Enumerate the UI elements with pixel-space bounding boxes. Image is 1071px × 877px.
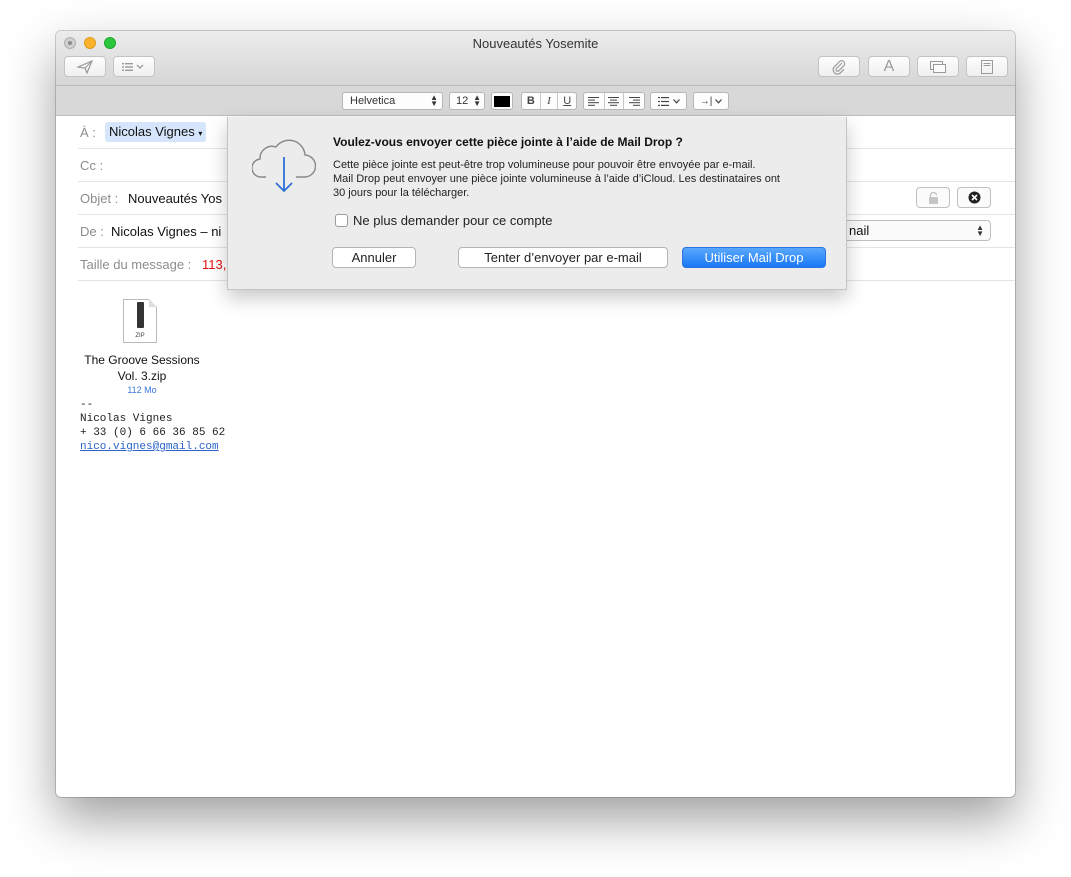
list-options-icon [122, 62, 144, 71]
font-size-select[interactable]: 12 ▲ ▼ [449, 92, 485, 110]
from-account-value: nail [849, 223, 870, 238]
subject-value[interactable]: Nouveautés Yos [128, 191, 222, 206]
format-button[interactable]: A [868, 56, 910, 77]
align-right-button[interactable] [624, 93, 644, 109]
up-down-chevron-icon: ▲ ▼ [430, 93, 438, 108]
dialog-message-line-1: Cette pièce jointe est peut-être trop vo… [333, 159, 756, 171]
indent-button[interactable]: →| [693, 92, 729, 110]
to-label: À : [80, 125, 96, 140]
align-left-button[interactable] [584, 93, 605, 109]
text-color-button[interactable] [491, 92, 513, 110]
alignment-group [583, 92, 645, 110]
cloud-download-icon [252, 139, 316, 193]
use-mail-drop-button[interactable]: Utiliser Mail Drop [682, 247, 826, 268]
bold-button[interactable]: B [522, 93, 541, 109]
signed-seal-icon [968, 191, 980, 204]
font-family-value: Helvetica [350, 95, 396, 107]
up-down-chevron-icon: ▲ ▼ [473, 93, 481, 108]
italic-button[interactable]: I [541, 93, 559, 109]
chevron-down-icon [672, 98, 680, 104]
zipper-strip [137, 302, 144, 328]
cc-label: Cc : [80, 158, 104, 173]
cancel-button[interactable]: Annuler [332, 247, 416, 268]
attach-button[interactable] [818, 56, 860, 77]
color-swatch [494, 95, 510, 107]
page-corner [149, 299, 157, 307]
format-bar: Helvetica ▲ ▼ 12 ▲ ▼ B I U →| [56, 86, 1015, 116]
recipient-name: Nicolas Vignes [109, 124, 195, 139]
up-down-chevron-icon: ▲ ▼ [976, 222, 984, 238]
dont-ask-again-label: Ne plus demander pour ce compte [353, 213, 553, 228]
paperclip-icon [832, 59, 846, 75]
sign-button[interactable] [957, 187, 991, 208]
font-size-value: 12 [456, 95, 469, 107]
photo-browser-icon [930, 60, 946, 73]
header-fields-button[interactable] [113, 56, 155, 77]
paper-plane-icon [77, 59, 93, 74]
dialog-message-line-3: 30 jours pour la télécharger. [333, 187, 470, 199]
signature-email-link[interactable]: nico.vignes@gmail.com [80, 441, 219, 453]
lock-icon [928, 191, 938, 204]
send-button[interactable] [64, 56, 106, 77]
underline-button[interactable]: U [558, 93, 576, 109]
align-right-icon [628, 96, 640, 106]
dialog-message: Cette pièce jointe est peut-être trop vo… [333, 158, 828, 200]
text-style-group: B I U [521, 92, 577, 110]
from-label: De : [80, 224, 104, 239]
attachment-name-line-2: Vol. 3.zip [117, 369, 167, 383]
signature-phone: + 33 (0) 6 66 36 85 62 [80, 427, 226, 439]
signature-name: Nicolas Vignes [80, 413, 173, 425]
align-center-icon [608, 96, 620, 106]
subject-label: Objet : [80, 191, 119, 206]
from-account-select[interactable]: nail ▲ ▼ [838, 220, 991, 241]
signature-dash: -- [80, 399, 94, 411]
stationery-icon [981, 59, 993, 74]
attachment-size: 112 Mo [127, 385, 157, 395]
try-email-button[interactable]: Tenter d’envoyer par e-mail [458, 247, 668, 268]
font-A-icon: A [883, 57, 895, 75]
attachment-name[interactable]: The Groove Sessions Vol. 3.zip [74, 352, 210, 384]
bullet-list-icon [657, 96, 669, 106]
dont-ask-again-option[interactable]: Ne plus demander pour ce compte [335, 213, 552, 228]
zip-file-icon[interactable]: ZIP [123, 299, 157, 343]
mail-drop-sheet: Voulez-vous envoyer cette pièce jointe à… [227, 117, 847, 290]
zip-icon-label: ZIP [135, 333, 145, 339]
encrypt-button[interactable] [916, 187, 950, 208]
indent-icon: →| [699, 95, 713, 107]
align-center-button[interactable] [605, 93, 625, 109]
photo-browser-button[interactable] [917, 56, 959, 77]
dialog-title: Voulez-vous envoyer cette pièce jointe à… [333, 135, 683, 149]
dont-ask-again-checkbox[interactable] [335, 214, 348, 227]
chevron-down-icon [715, 98, 723, 104]
font-family-select[interactable]: Helvetica ▲ ▼ [342, 92, 443, 110]
attachment-name-line-1: The Groove Sessions [84, 353, 200, 367]
window-title: Nouveautés Yosemite [472, 36, 599, 51]
titlebar: Nouveautés Yosemite A [56, 31, 1015, 86]
align-left-icon [588, 96, 600, 106]
stationery-button[interactable] [966, 56, 1008, 77]
list-style-button[interactable] [650, 92, 687, 110]
chevron-down-icon: ▾ [198, 129, 203, 138]
dialog-message-line-2: Mail Drop peut envoyer une pièce jointe … [333, 173, 780, 185]
message-size-value: 113, [202, 257, 227, 272]
from-value[interactable]: Nicolas Vignes – ni [111, 224, 221, 239]
message-size-label: Taille du message : [80, 257, 192, 272]
recipient-token[interactable]: Nicolas Vignes ▾ [105, 122, 207, 142]
signature: -- Nicolas Vignes + 33 (0) 6 66 36 85 62… [80, 398, 225, 454]
